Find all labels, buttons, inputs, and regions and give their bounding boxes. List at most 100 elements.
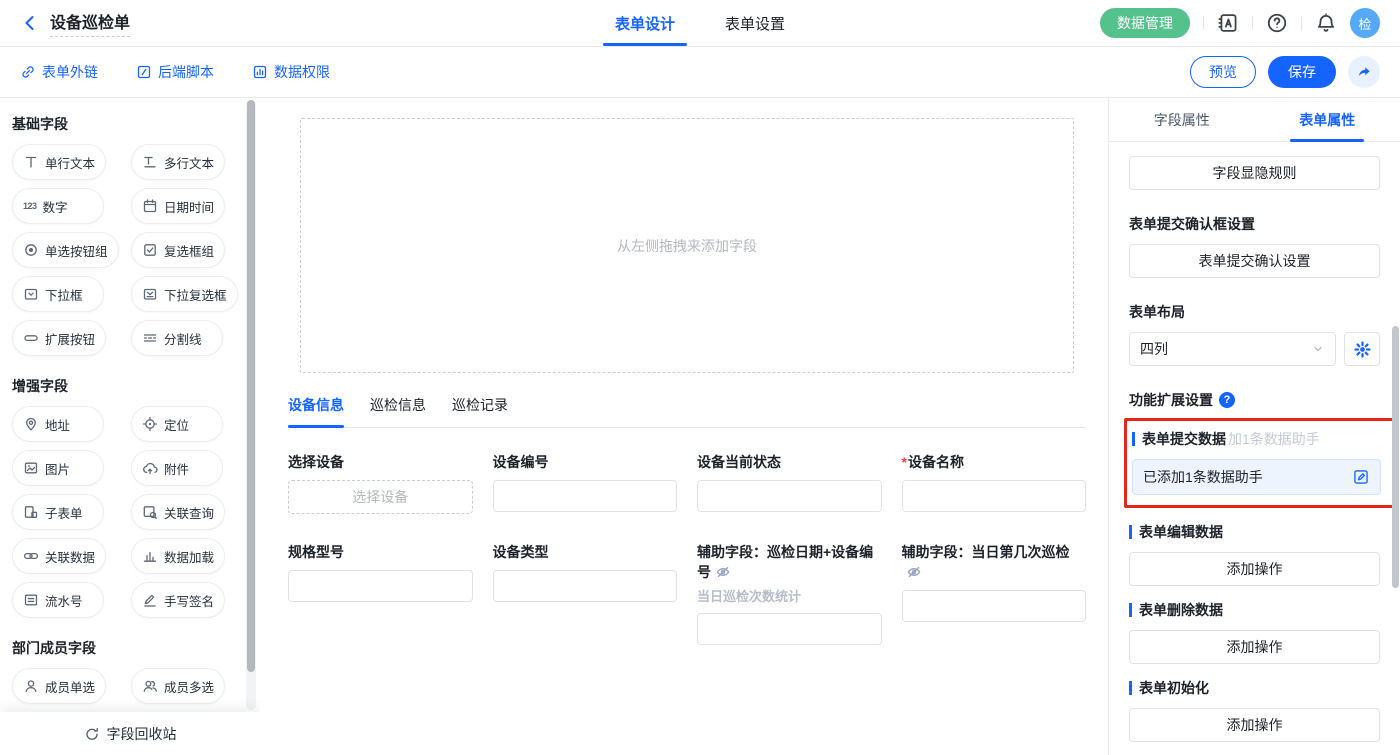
field-item-extend-button[interactable]: 扩展按钮 <box>12 320 106 356</box>
dropzone-hint: 从左侧拖拽来添加字段 <box>617 236 757 256</box>
field-label: 规格型号 <box>288 542 473 562</box>
section-label: 表单编辑数据 <box>1129 522 1380 542</box>
field-item-checkbox-group[interactable]: 复选框组 <box>131 232 225 268</box>
divider <box>1203 16 1204 30</box>
tab-form-properties[interactable]: 表单属性 <box>1255 98 1400 141</box>
field-item-multi-line-text[interactable]: 多行文本 <box>131 144 225 180</box>
field-sub-label[interactable]: 当日巡检次数统计 <box>697 586 882 605</box>
tab-device-info[interactable]: 设备信息 <box>288 395 344 427</box>
form-canvas: 从左侧拖拽来添加字段 设备信息 巡检信息 巡检记录 选择设备 选择设备 设备编号… <box>260 98 1108 755</box>
datetime-icon <box>142 198 158 214</box>
field-device-name: *设备名称 <box>902 452 1087 514</box>
field-item-image[interactable]: 图片 <box>12 450 104 486</box>
field-item-multi-select[interactable]: 下拉复选框 <box>131 276 238 312</box>
layout-settings-button[interactable] <box>1344 332 1380 366</box>
tab-field-properties[interactable]: 字段属性 <box>1109 98 1255 141</box>
data-assistant-info[interactable]: 已添加1条数据助手 <box>1132 459 1381 495</box>
field-item-attachment[interactable]: 附件 <box>131 450 223 486</box>
field-item-number[interactable]: 123数字 <box>12 188 104 224</box>
share-arrow-icon <box>1356 64 1372 80</box>
select-icon <box>23 286 39 302</box>
device-name-input[interactable] <box>902 480 1087 512</box>
tab-form-settings[interactable]: 表单设置 <box>725 0 785 46</box>
properties-panel: 字段属性 表单属性 字段显隐规则 表单提交确认框设置 表单提交确认设置 表单布局… <box>1108 98 1400 755</box>
panel-tabs: 字段属性 表单属性 <box>1109 98 1400 142</box>
tab-form-design[interactable]: 表单设计 <box>615 0 675 46</box>
field-label: 辅助字段：巡检日期+设备编号 <box>697 542 882 582</box>
linked-data-icon <box>23 548 39 564</box>
data-permission-link[interactable]: 数据权限 <box>252 62 330 82</box>
subform-icon <box>23 504 39 520</box>
sidebar-scrollbar[interactable] <box>247 100 255 672</box>
form-external-link[interactable]: 表单外链 <box>20 62 98 82</box>
spec-model-input[interactable] <box>288 570 473 602</box>
add-action-button-init[interactable]: 添加操作 <box>1129 708 1380 742</box>
highlighted-section-submit-data: 表单提交数据 加1条数据助手 已添加1条数据助手 <box>1124 418 1396 508</box>
field-item-select[interactable]: 下拉框 <box>12 276 104 312</box>
submit-confirm-settings-button[interactable]: 表单提交确认设置 <box>1129 244 1380 278</box>
field-visibility-rule-button[interactable]: 字段显隐规则 <box>1129 156 1380 190</box>
section-label: 表单初始化 <box>1129 678 1380 698</box>
help-icon[interactable] <box>1266 12 1288 34</box>
edit-icon[interactable] <box>1352 468 1370 486</box>
device-no-input[interactable] <box>493 480 678 512</box>
data-manage-button[interactable]: 数据管理 <box>1100 8 1190 38</box>
field-recycle-bin[interactable]: 字段回收站 <box>0 712 260 755</box>
window-scrollbar[interactable] <box>1392 326 1399 588</box>
field-item-address[interactable]: 地址 <box>12 406 104 442</box>
signature-icon <box>142 592 158 608</box>
field-device-no: 设备编号 <box>493 452 678 514</box>
member-single-icon <box>23 678 39 694</box>
question-circle-icon[interactable]: ? <box>1219 392 1235 408</box>
field-item-data-load[interactable]: 数据加载 <box>131 538 225 574</box>
field-item-member-multi[interactable]: 成员多选 <box>131 668 225 704</box>
tab-inspection-record[interactable]: 巡检记录 <box>452 395 508 427</box>
add-action-button-edit-data[interactable]: 添加操作 <box>1129 552 1380 586</box>
preview-button[interactable]: 预览 <box>1190 56 1256 88</box>
eye-off-icon[interactable] <box>715 564 731 580</box>
field-item-linked-data[interactable]: 关联数据 <box>12 538 106 574</box>
field-item-single-line-text[interactable]: 单行文本 <box>12 144 106 180</box>
field-item-divider[interactable]: 分割线 <box>131 320 223 356</box>
field-item-member-single[interactable]: 成员单选 <box>12 668 106 704</box>
tab-inspection-info[interactable]: 巡检信息 <box>370 395 426 427</box>
field-label: 设备当前状态 <box>697 452 882 472</box>
aux-daily-count-input[interactable] <box>902 590 1087 622</box>
form-layout-title: 表单布局 <box>1129 302 1380 322</box>
contacts-icon[interactable] <box>1217 12 1239 34</box>
backend-script-link[interactable]: 后端脚本 <box>136 62 214 82</box>
app-header: 设备巡检单 表单设计 表单设置 数据管理 检 <box>0 0 1400 47</box>
aux-date-deviceno-input[interactable] <box>697 613 882 645</box>
field-item-datetime[interactable]: 日期时间 <box>131 188 225 224</box>
layout-select[interactable]: 四列 <box>1129 332 1336 366</box>
number-icon: 123 <box>23 201 37 211</box>
device-type-input[interactable] <box>493 570 678 602</box>
image-icon <box>23 460 39 476</box>
save-button[interactable]: 保存 <box>1268 56 1336 88</box>
eye-off-icon[interactable] <box>906 564 922 580</box>
field-item-subform[interactable]: 子表单 <box>12 494 104 530</box>
field-item-locate[interactable]: 定位 <box>131 406 223 442</box>
field-aux-daily-count: 辅助字段：当日第几次巡检 <box>902 542 1087 645</box>
back-icon[interactable] <box>20 13 40 33</box>
field-label: 选择设备 <box>288 452 473 472</box>
field-item-radio-group[interactable]: 单选按钮组 <box>12 232 119 268</box>
section-label: 表单提交数据 加1条数据助手 <box>1132 429 1381 449</box>
multi-select-icon <box>142 286 158 302</box>
recycle-icon <box>84 726 100 742</box>
header-tabs: 表单设计 表单设置 <box>615 0 785 46</box>
required-mark: * <box>902 454 907 470</box>
bell-icon[interactable] <box>1315 12 1337 34</box>
page-title[interactable]: 设备巡检单 <box>50 9 130 37</box>
share-button[interactable] <box>1348 56 1380 88</box>
field-item-lookup[interactable]: 关联查询 <box>131 494 225 530</box>
dropzone[interactable]: 从左侧拖拽来添加字段 <box>300 118 1074 373</box>
radio-group-icon <box>23 242 39 258</box>
add-action-button-delete-data[interactable]: 添加操作 <box>1129 630 1380 664</box>
field-item-serial-number[interactable]: 流水号 <box>12 582 104 618</box>
field-item-signature[interactable]: 手写签名 <box>131 582 225 618</box>
device-status-input[interactable] <box>697 480 882 512</box>
device-picker[interactable]: 选择设备 <box>288 480 473 514</box>
ghost-text: 加1条数据助手 <box>1228 429 1320 449</box>
avatar[interactable]: 检 <box>1350 8 1380 38</box>
